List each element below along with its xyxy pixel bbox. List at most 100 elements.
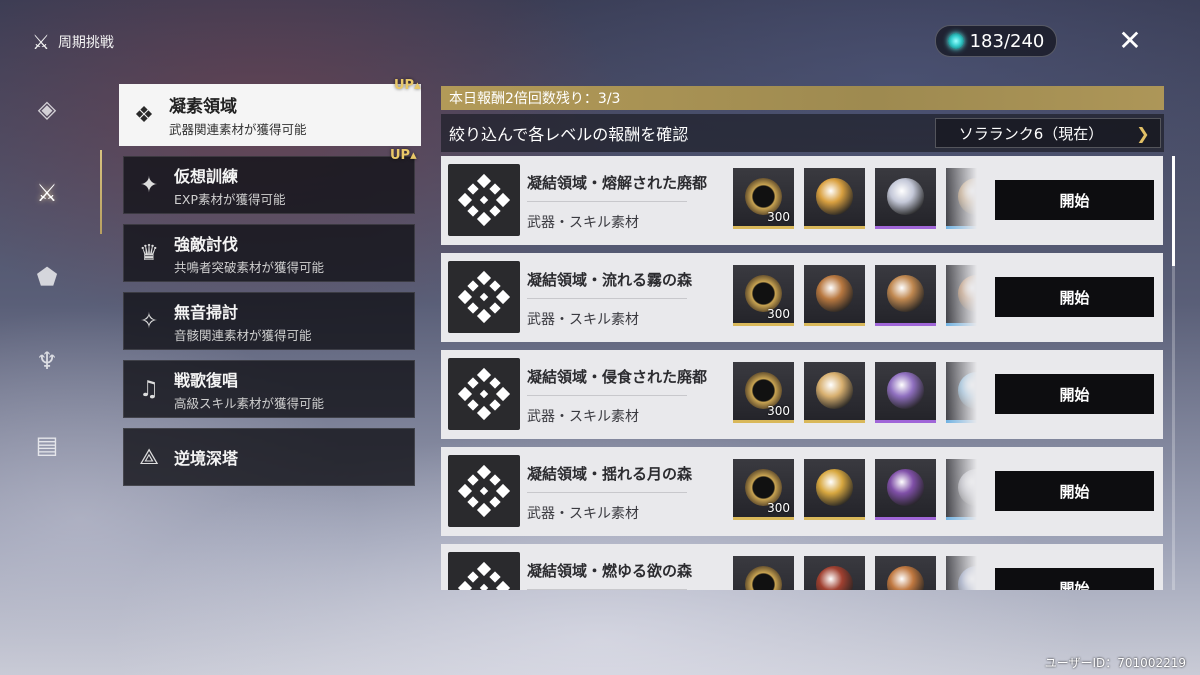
material-icon — [958, 566, 977, 590]
reward-item[interactable]: 300 — [733, 362, 794, 423]
category-subtitle: 高級スキル素材が獲得可能 — [174, 395, 325, 411]
divider — [527, 298, 687, 299]
domain-name: 凝結領域・揺れる月の森 — [527, 465, 693, 483]
category-subtitle: 共鳴者突破素材が獲得可能 — [174, 259, 325, 275]
rail-tab-boss[interactable]: ♆ — [28, 342, 66, 380]
periodic-challenge-icon: ⚔ — [32, 30, 50, 54]
double-reward-text: 本日報酬2倍回数残り：3/3 — [449, 91, 621, 107]
domain-row[interactable]: 凝結領域・熔解された廃都 武器・スキル素材 300 開始 — [441, 156, 1163, 245]
material-icon — [958, 275, 977, 312]
domain-category: 武器・スキル素材 — [527, 312, 639, 328]
material-icon — [816, 372, 853, 409]
reward-item[interactable] — [875, 362, 936, 423]
domain-category: 武器・スキル素材 — [527, 409, 639, 425]
waveplate-counter[interactable]: 183/240 — [935, 25, 1057, 57]
material-icon — [958, 372, 977, 409]
reward-quantity: 300 — [767, 501, 790, 515]
material-icon — [958, 469, 977, 506]
reward-item[interactable] — [804, 556, 865, 590]
category-tacet-suppression[interactable]: ✧ 無音掃討 音骸関連素材が獲得可能 — [123, 292, 415, 350]
material-icon — [958, 178, 977, 215]
reward-quantity: 300 — [767, 307, 790, 321]
sparkle-icon: ✧ — [139, 308, 159, 334]
up-badge: UP▴ — [394, 78, 421, 93]
material-icon — [816, 566, 853, 590]
divider — [527, 201, 687, 202]
material-icon — [887, 275, 924, 312]
category-simulation-training[interactable]: ✦ 仮想訓練 EXP素材が獲得可能 — [123, 156, 415, 214]
reward-item[interactable] — [875, 556, 936, 590]
diamond-cross-icon: ❖ — [134, 102, 154, 128]
forgery-emblem-icon — [448, 455, 520, 527]
domain-row[interactable]: 凝結領域・流れる霧の森 武器・スキル素材 300 開始 — [441, 253, 1163, 342]
reward-item[interactable] — [946, 459, 977, 520]
start-button[interactable]: 開始 — [995, 471, 1154, 511]
active-tab-indicator — [100, 150, 102, 234]
user-id: ユーザーID：701002219 — [1044, 656, 1186, 670]
page-title: ⚔ 周期挑戦 — [32, 30, 114, 54]
reward-item[interactable]: 300 — [733, 168, 794, 229]
reward-preview: 300 — [733, 459, 977, 523]
start-button[interactable]: 開始 — [995, 277, 1154, 317]
domain-category: 武器・スキル素材 — [527, 506, 639, 522]
reward-item[interactable]: 300 — [733, 265, 794, 326]
start-button[interactable]: 開始 — [995, 568, 1154, 590]
pentagon-icon: ⬟ — [36, 263, 58, 291]
book-icon: ▤ — [35, 431, 59, 459]
reward-item[interactable] — [946, 556, 977, 590]
domain-name: 凝結領域・侵食された廃都 — [527, 368, 708, 386]
reward-item[interactable] — [804, 168, 865, 229]
divider — [527, 589, 687, 590]
category-subtitle: 音骸関連素材が獲得可能 — [174, 327, 312, 343]
domain-list[interactable]: 凝結領域・熔解された廃都 武器・スキル素材 300 開始 凝結領域・流れる霧の森 武器・ス… — [441, 156, 1167, 590]
domain-row[interactable]: 凝結領域・燃ゆる欲の森武器・スキル素材開始 — [441, 544, 1163, 590]
material-icon — [887, 178, 924, 215]
domain-row[interactable]: 凝結領域・揺れる月の森 武器・スキル素材 300 開始 — [441, 447, 1163, 536]
close-button[interactable]: ✕ — [1112, 22, 1148, 58]
crown-icon: ♛ — [139, 240, 159, 266]
material-icon — [887, 566, 924, 590]
rail-tab-records[interactable]: ▤ — [28, 426, 66, 464]
start-button[interactable]: 開始 — [995, 374, 1154, 414]
filter-bar: 絞り込んで各レベルの報酬を確認 ソラランク6（現在） ❯ — [441, 114, 1164, 152]
reward-item[interactable] — [875, 265, 936, 326]
reward-item[interactable] — [875, 168, 936, 229]
waveplate-icon — [947, 33, 964, 49]
rail-tab-challenge[interactable]: ⚔ — [28, 174, 66, 212]
reward-item[interactable] — [946, 168, 977, 229]
up-badge: UP▴ — [390, 148, 417, 163]
domain-category: 武器・スキル素材 — [527, 215, 639, 231]
reward-item[interactable] — [733, 556, 794, 590]
reward-item[interactable] — [804, 265, 865, 326]
demon-mask-icon: ♆ — [36, 347, 58, 375]
forgery-emblem-icon — [448, 164, 520, 236]
category-title: 逆境深塔 — [174, 449, 239, 468]
material-icon — [887, 372, 924, 409]
start-button[interactable]: 開始 — [995, 180, 1154, 220]
reward-item[interactable] — [946, 362, 977, 423]
reward-item[interactable]: 300 — [733, 459, 794, 520]
category-forgery-challenge[interactable]: ❖ 凝素領域 武器関連素材が獲得可能 — [119, 84, 421, 146]
waveplate-value: 183/240 — [969, 30, 1045, 52]
reward-item[interactable] — [946, 265, 977, 326]
material-icon — [887, 469, 924, 506]
rail-tab-activity[interactable]: ⬟ — [28, 258, 66, 296]
double-reward-banner: 本日報酬2倍回数残り：3/3 — [441, 86, 1164, 110]
domain-name: 凝結領域・燃ゆる欲の森 — [527, 562, 693, 580]
divider — [527, 492, 687, 493]
forgery-emblem-icon — [448, 552, 520, 590]
category-tower-of-adversity[interactable]: ⟁ 逆境深塔 — [123, 428, 415, 486]
category-title: 凝素領域 — [169, 97, 237, 117]
rail-tab-guide[interactable]: ◈ — [28, 90, 66, 128]
reward-item[interactable] — [804, 459, 865, 520]
rank-dropdown-value: ソラランク6（現在） — [958, 124, 1104, 143]
reward-item[interactable] — [875, 459, 936, 520]
reward-preview: 300 — [733, 362, 977, 426]
domain-row[interactable]: 凝結領域・侵食された廃都 武器・スキル素材 300 開始 — [441, 350, 1163, 439]
reward-item[interactable] — [804, 362, 865, 423]
category-boss-challenge[interactable]: ♛ 強敵討伐 共鳴者突破素材が獲得可能 — [123, 224, 415, 282]
category-weekly-challenge[interactable]: ♫ 戦歌復唱 高級スキル素材が獲得可能 — [123, 360, 415, 418]
scrollbar-thumb[interactable] — [1172, 156, 1175, 266]
divider — [527, 395, 687, 396]
rank-dropdown[interactable]: ソラランク6（現在） ❯ — [935, 118, 1161, 148]
